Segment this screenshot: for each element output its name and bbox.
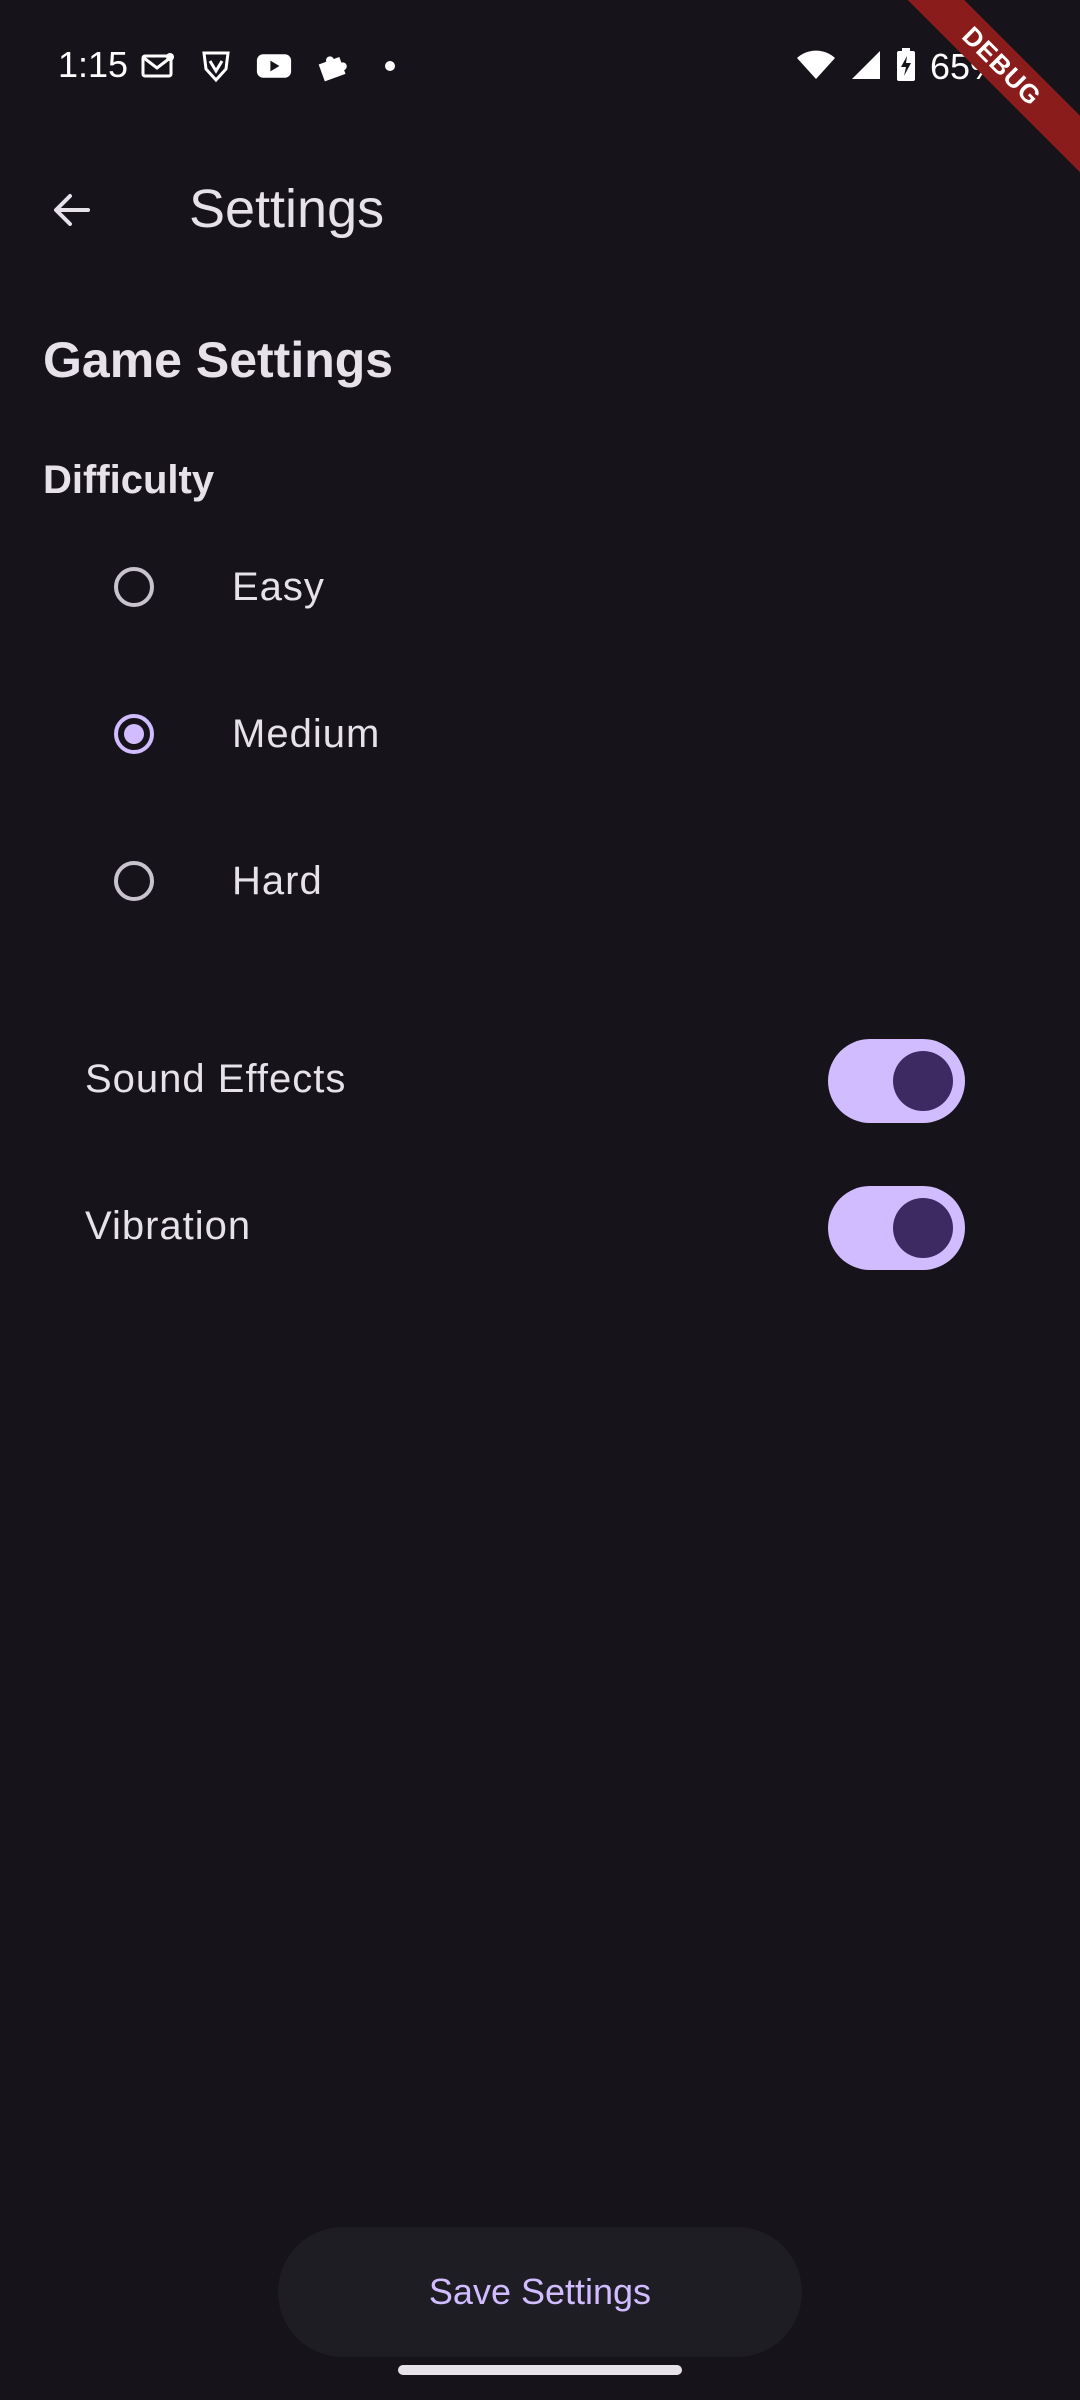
arrow-back-icon (54, 194, 90, 226)
puzzle-icon (314, 48, 350, 84)
vibration-switch[interactable] (828, 1186, 965, 1270)
save-settings-button[interactable]: Save Settings (278, 2227, 802, 2357)
difficulty-label: Difficulty (43, 458, 215, 502)
radio-button[interactable] (114, 567, 154, 607)
battery-percentage: 65% (929, 46, 1002, 87)
radio-label: Medium (232, 711, 381, 756)
back-button[interactable] (36, 174, 108, 246)
switch-thumb (893, 1198, 953, 1258)
switch-thumb (893, 1051, 953, 1111)
vibration-label: Vibration (85, 1204, 252, 1248)
sound-effects-switch[interactable] (828, 1039, 965, 1123)
radio-option-easy[interactable]: Easy (0, 522, 1080, 652)
dot-icon (372, 48, 408, 84)
section-title: Game Settings (43, 332, 394, 388)
radio-button-selected[interactable] (114, 714, 154, 754)
youtube-icon (256, 48, 292, 84)
radio-label: Easy (232, 564, 325, 609)
radio-option-hard[interactable]: Hard (0, 816, 1080, 946)
notification-icons (140, 48, 408, 84)
status-bar: 1:15 65% (0, 0, 1080, 136)
brave-icon (198, 48, 234, 84)
signal-icon (850, 49, 882, 86)
radio-label: Hard (232, 858, 323, 903)
wifi-icon (796, 49, 836, 86)
home-indicator[interactable] (398, 2365, 682, 2375)
system-icons: 65% (796, 46, 1002, 88)
page-title: Settings (189, 179, 385, 239)
save-settings-label: Save Settings (428, 2271, 652, 2312)
sound-effects-label: Sound Effects (85, 1057, 347, 1101)
radio-option-medium[interactable]: Medium (0, 669, 1080, 799)
gmail-icon (140, 48, 176, 84)
status-time: 1:15 (58, 44, 129, 85)
app-bar: Settings (0, 136, 1080, 286)
vibration-row[interactable]: Vibration (0, 1162, 1080, 1292)
sound-effects-row[interactable]: Sound Effects (0, 1015, 1080, 1145)
battery-charging-icon (896, 47, 916, 87)
radio-button[interactable] (114, 861, 154, 901)
